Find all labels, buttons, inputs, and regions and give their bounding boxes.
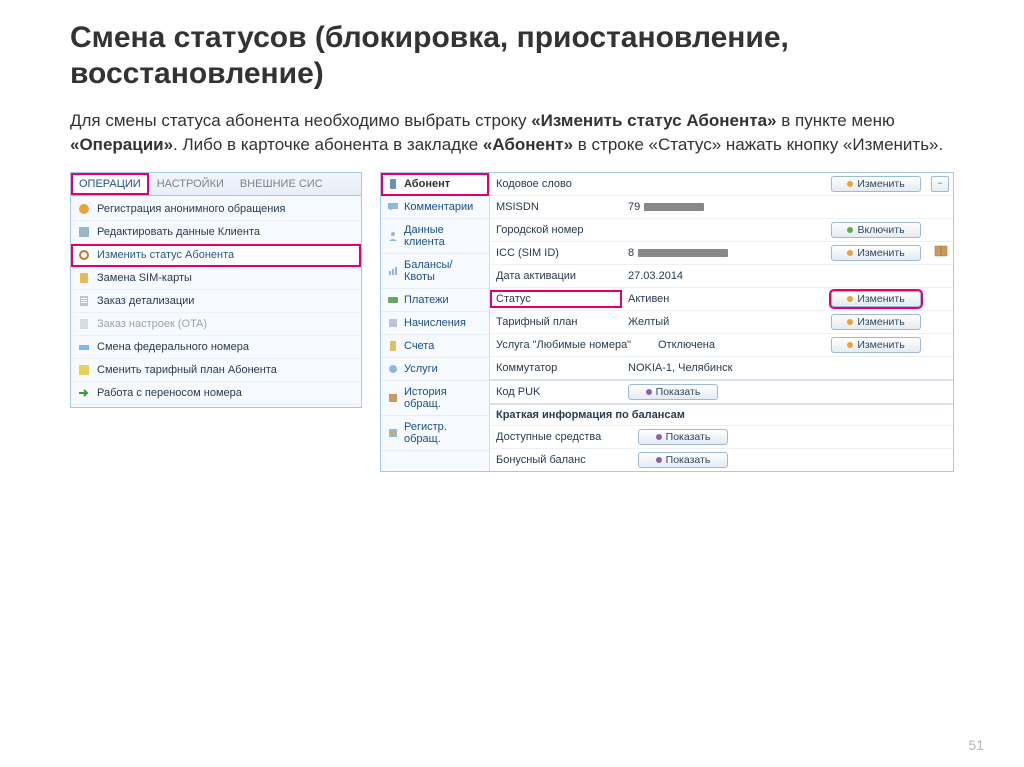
sidebar-item-history[interactable]: История обращ. xyxy=(381,381,489,416)
show-icon xyxy=(656,457,662,463)
row-available-funds: Доступные средства Показать xyxy=(490,426,953,449)
sidebar-item-payments[interactable]: Платежи xyxy=(381,289,489,312)
show-icon xyxy=(646,389,652,395)
services-icon xyxy=(387,363,399,375)
icc-edit-button[interactable]: Изменить xyxy=(831,245,921,261)
available-funds-show-button[interactable]: Показать xyxy=(638,429,728,445)
subscriber-card-panel: Абонент Комментарии Данные клиента Балан… xyxy=(380,172,954,472)
redacted-value xyxy=(638,249,728,257)
menu-change-tariff[interactable]: Сменить тарифный план Абонента xyxy=(71,359,361,382)
subscriber-icon xyxy=(387,178,399,190)
menu-edit-client[interactable]: Редактировать данные Клиента xyxy=(71,221,361,244)
show-icon xyxy=(656,434,662,440)
balances-header: Краткая информация по балансам xyxy=(490,405,953,426)
tariff-edit-button[interactable]: Изменить xyxy=(831,314,921,330)
detail-icon xyxy=(77,294,91,308)
collapse-button[interactable]: − xyxy=(931,176,949,192)
row-activation-date: Дата активации 27.03.2014 xyxy=(490,265,953,288)
balance-icon xyxy=(387,265,399,277)
row-status: Статус Активен Изменить xyxy=(490,288,953,311)
row-city-number: Городской номер Включить xyxy=(490,219,953,242)
row-switch: Коммутатор NOKIA-1, Челябинск xyxy=(490,357,953,381)
operations-dropdown-panel: ОПЕРАЦИИ НАСТРОЙКИ ВНЕШНИЕ СИС Регистрац… xyxy=(70,172,362,408)
tab-settings[interactable]: НАСТРОЙКИ xyxy=(149,173,232,195)
status-edit-button[interactable]: Изменить xyxy=(831,291,921,307)
menu-replace-sim[interactable]: Замена SIM-карты xyxy=(71,267,361,290)
puk-show-button[interactable]: Показать xyxy=(628,384,718,400)
tariff-icon xyxy=(77,363,91,377)
charges-icon xyxy=(387,317,399,329)
tab-operations[interactable]: ОПЕРАЦИИ xyxy=(71,173,149,195)
sidebar-item-balances[interactable]: Балансы/Квоты xyxy=(381,254,489,289)
comment-icon xyxy=(387,201,399,213)
fav-numbers-edit-button[interactable]: Изменить xyxy=(831,337,921,353)
tab-external-systems[interactable]: ВНЕШНИЕ СИС xyxy=(232,173,331,195)
edit-icon xyxy=(77,225,91,239)
add-icon xyxy=(847,227,853,233)
edit-icon xyxy=(847,319,853,325)
sidebar-item-comments[interactable]: Комментарии xyxy=(381,196,489,219)
call-icon xyxy=(77,202,91,216)
row-icc: ICC (SIM ID) 8 Изменить xyxy=(490,242,953,265)
menu-change-subscriber-status[interactable]: Изменить статус Абонента xyxy=(71,244,361,267)
row-bonus-balance: Бонусный баланс Показать xyxy=(490,449,953,471)
menu-change-federal-number[interactable]: Смена федерального номера xyxy=(71,336,361,359)
bonus-balance-show-button[interactable]: Показать xyxy=(638,452,728,468)
row-msisdn: MSISDN 79 xyxy=(490,196,953,219)
invoice-icon xyxy=(387,340,399,352)
city-number-enable-button[interactable]: Включить xyxy=(831,222,921,238)
row-puk: Код PUK Показать xyxy=(490,381,953,405)
sidebar-item-client-data[interactable]: Данные клиента xyxy=(381,219,489,254)
menu-order-detail[interactable]: Заказ детализации xyxy=(71,290,361,313)
sidebar-item-invoices[interactable]: Счета xyxy=(381,335,489,358)
edit-icon xyxy=(847,296,853,302)
client-icon xyxy=(387,230,399,242)
page-number: 51 xyxy=(968,737,984,753)
card-sidebar: Абонент Комментарии Данные клиента Балан… xyxy=(381,173,490,471)
codeword-edit-button[interactable]: Изменить xyxy=(831,176,921,192)
edit-icon xyxy=(847,342,853,348)
book-icon[interactable] xyxy=(934,248,948,260)
row-tariff: Тарифный план Желтый Изменить xyxy=(490,311,953,334)
arrow-right-icon xyxy=(77,386,91,400)
row-fav-numbers: Услуга "Любимые номера" Отключена Измени… xyxy=(490,334,953,357)
edit-icon xyxy=(847,250,853,256)
row-codeword: Кодовое слово Изменить xyxy=(490,173,953,196)
redacted-value xyxy=(644,203,704,211)
menu-order-ota: Заказ настроек (OTA) xyxy=(71,313,361,336)
status-icon xyxy=(77,248,91,262)
book-icon xyxy=(387,392,399,404)
register-icon xyxy=(387,427,399,439)
ota-icon xyxy=(77,317,91,331)
edit-icon xyxy=(847,181,853,187)
sim-icon xyxy=(77,271,91,285)
menu-anonymous-request[interactable]: Регистрация анонимного обращения xyxy=(71,198,361,221)
number-icon xyxy=(77,340,91,354)
sidebar-item-services[interactable]: Услуги xyxy=(381,358,489,381)
slide-title: Смена статусов (блокировка, приостановле… xyxy=(70,20,954,92)
sidebar-item-register[interactable]: Регистр. обращ. xyxy=(381,416,489,451)
payment-icon xyxy=(387,294,399,306)
sidebar-item-charges[interactable]: Начисления xyxy=(381,312,489,335)
slide-description: Для смены статуса абонента необходимо вы… xyxy=(70,109,954,157)
sidebar-item-subscriber[interactable]: Абонент xyxy=(381,173,489,196)
menu-number-portability[interactable]: Работа с переносом номера xyxy=(71,382,361,405)
